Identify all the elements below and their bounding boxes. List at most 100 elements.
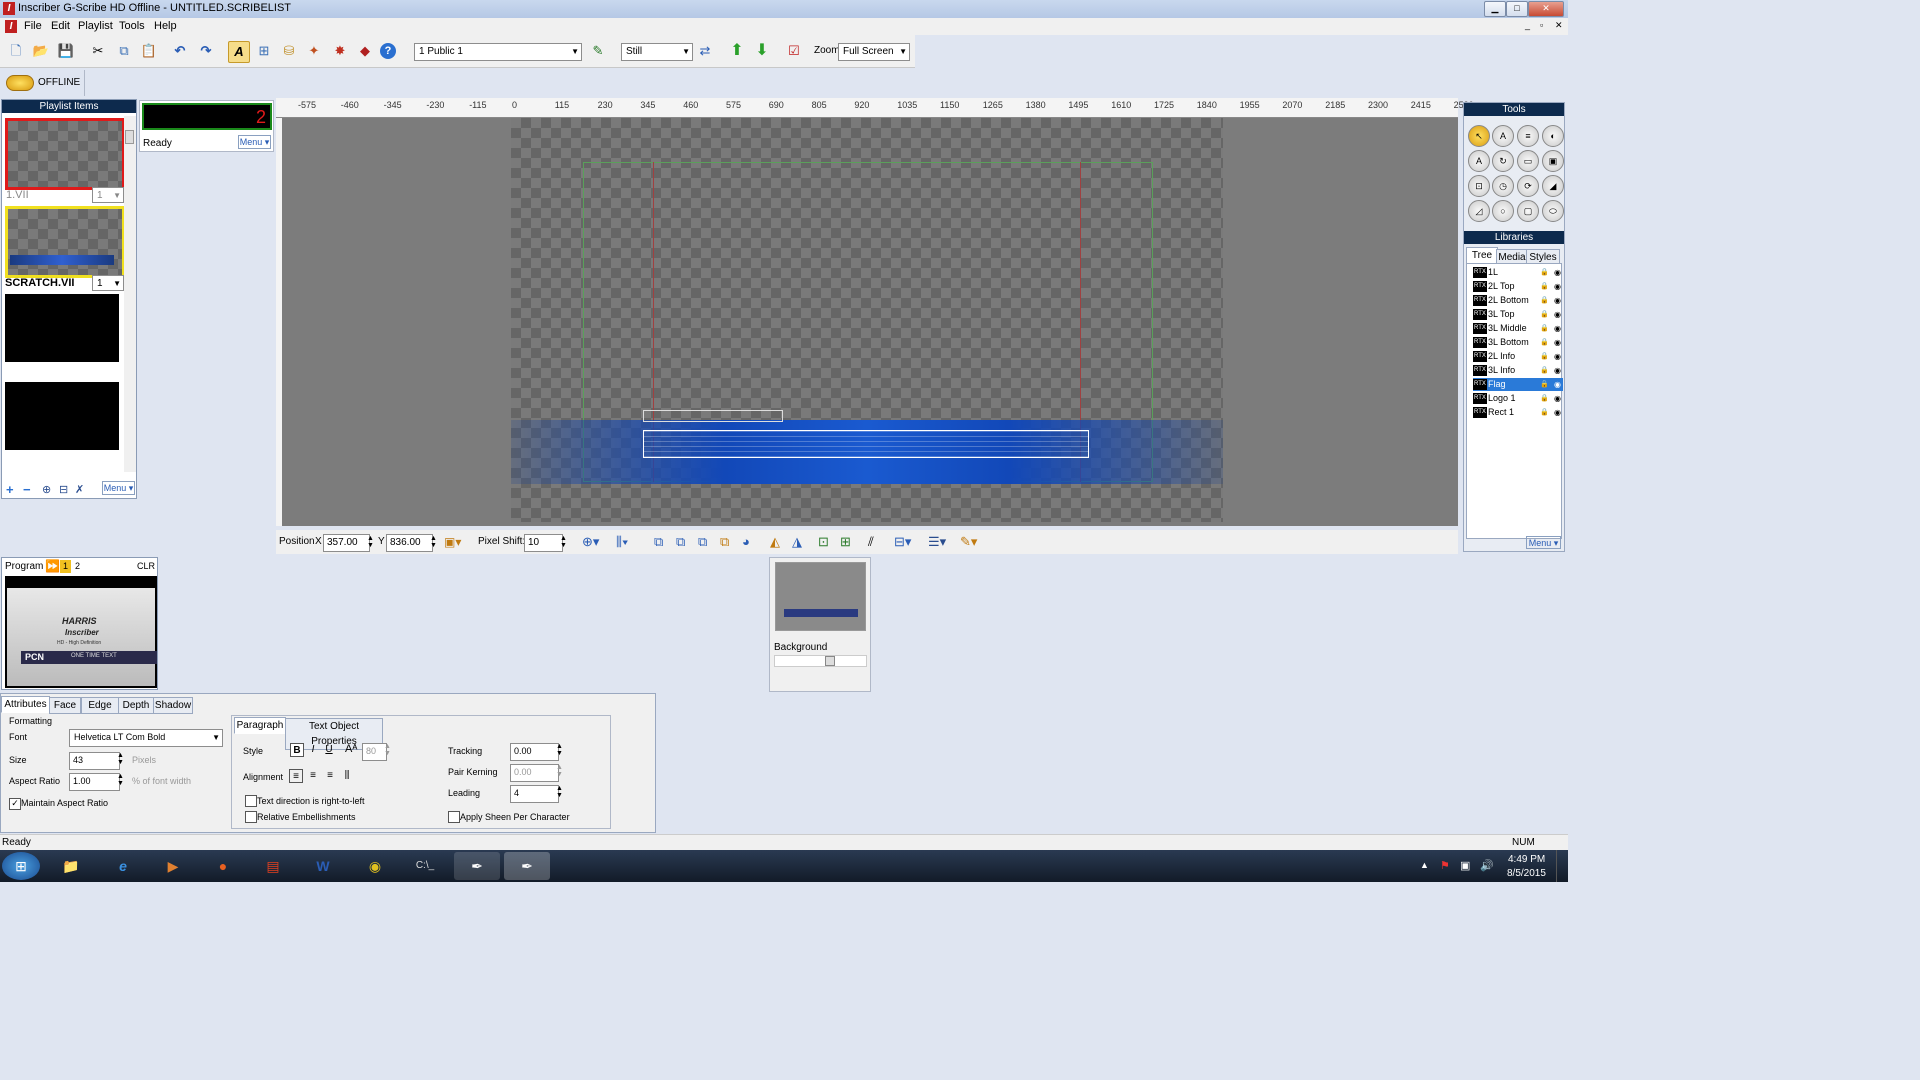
arrow-up-icon[interactable]: ⬆ [727,41,747,61]
crawl-tool-icon[interactable]: ◐ [1542,125,1564,147]
background-slider[interactable] [774,655,867,667]
tab-attributes[interactable]: Attributes [1,696,50,713]
tab-tree[interactable]: Tree [1466,247,1498,264]
close-button[interactable]: ✕ [1528,1,1564,17]
lock-icon[interactable]: 🔒 [1540,364,1549,377]
image-tool-icon[interactable]: ▣ [1542,150,1564,172]
playlist-thumbnail-2[interactable] [5,206,125,278]
selected-object[interactable] [643,430,1089,458]
aspect-ratio-input[interactable]: 1.00 [69,773,120,791]
remove-icon[interactable]: − [23,482,31,497]
library-item[interactable]: RTX Flag 🔒 ◉ [1473,378,1563,391]
action-center-icon[interactable]: ⚑ [1440,859,1450,872]
inscriber-icon[interactable]: ✒ [454,852,500,880]
tab-face[interactable]: Face [49,697,81,714]
lock-icon[interactable]: 🔒 [1540,378,1549,391]
clock-time[interactable]: 4:49 PM [1508,854,1545,865]
network-icon[interactable]: ⊞ [254,41,274,61]
fit-icon[interactable]: ⊡ [818,534,829,550]
menu-playlist[interactable]: Playlist [78,20,113,32]
tab-paragraph[interactable]: Paragraph [234,717,286,734]
tab-depth[interactable]: Depth [118,697,154,714]
align-center-icon[interactable]: ≡ [306,769,320,783]
checklist-icon[interactable]: ☑ [784,41,804,61]
lines-icon[interactable]: ☰▾ [928,534,946,550]
clock-date[interactable]: 8/5/2015 [1507,868,1546,879]
inscriber-active-icon[interactable]: ✒ [504,852,550,880]
playlist-menu-button[interactable]: Menu ▾ [102,481,135,495]
y-spinner-icon[interactable]: ▲ ▼ [430,535,437,549]
crop-tool-icon[interactable]: ⊡ [1468,175,1490,197]
backward-icon[interactable]: ⧉ [720,534,729,550]
rounded-rect-tool-icon[interactable]: ▢ [1517,200,1539,222]
arrow-down-icon[interactable]: ⬇ [752,41,772,61]
word-icon[interactable]: W [300,852,346,880]
lock-icon[interactable]: 🔒 [1540,294,1549,307]
text-box-tool-icon[interactable]: A [1468,150,1490,172]
channel-1-button[interactable]: 1 [60,560,71,573]
lock-icon[interactable]: 🔒 [1540,406,1549,419]
bring-front-icon[interactable]: ⧉ [654,534,663,550]
italic-button[interactable]: I [307,743,319,757]
office-icon[interactable]: ▤ [250,852,296,880]
tracking-spinner-icon[interactable]: ▲ ▼ [556,743,563,757]
visibility-eye-icon[interactable]: ◉ [1554,406,1561,419]
library-item[interactable]: RTX 2L Info 🔒 ◉ [1473,350,1563,363]
maintain-aspect-checkbox[interactable]: ✓ [9,798,21,810]
save-icon[interactable]: 💾 [56,41,76,61]
tools-menu-button[interactable]: Menu ▾ [1526,536,1561,549]
channel-2-button[interactable]: 2 [72,560,83,573]
playlist-scrollbar[interactable] [124,116,136,472]
start-button-icon[interactable]: ⊞ [2,852,40,880]
visibility-eye-icon[interactable]: ◉ [1554,280,1561,293]
forward-icon[interactable]: ⧉ [698,534,707,550]
visibility-eye-icon[interactable]: ◉ [1554,266,1561,279]
inner-close-button[interactable]: ✕ [1555,20,1563,31]
rectangle-tool-icon[interactable]: ▭ [1517,150,1539,172]
scrollbar-thumb[interactable] [125,130,134,144]
redo-icon[interactable]: ↷ [196,41,216,61]
add-icon[interactable]: + [6,482,14,497]
background-thumbnail[interactable] [775,562,866,631]
playlist-thumbnail-4[interactable] [5,382,119,450]
clear-button[interactable]: CLR [137,561,155,571]
tab-stop-icon[interactable]: ⫽ [868,534,874,550]
inner-restore-button[interactable]: ▫ [1540,20,1543,30]
visibility-eye-icon[interactable]: ◉ [1554,378,1561,391]
offline-indicator-icon[interactable] [6,75,34,91]
minimize-button[interactable]: ▁ [1484,1,1506,17]
library-item[interactable]: RTX Rect 1 🔒 ◉ [1473,406,1563,419]
library-item[interactable]: RTX 2L Top 🔒 ◉ [1473,280,1563,293]
playlist-item-count[interactable]: 1 ▼ [92,187,124,203]
firefox-icon[interactable]: ● [200,852,246,880]
send-back-icon[interactable]: ⧉ [676,534,685,550]
leading-input[interactable]: 4 [510,785,559,803]
lock-icon[interactable]: 🔒 [1540,392,1549,405]
leading-spinner-icon[interactable]: ▲ ▼ [556,785,563,799]
menu-tools[interactable]: Tools [119,20,145,32]
slider-thumb[interactable] [825,656,835,666]
lock-icon[interactable]: 🔒 [1540,350,1549,363]
explorer-icon[interactable]: 📁 [48,852,94,880]
select-tool-icon[interactable]: ↖ [1468,125,1490,147]
library-item[interactable]: RTX 3L Middle 🔒 ◉ [1473,322,1563,335]
library-item[interactable]: RTX 2L Bottom 🔒 ◉ [1473,294,1563,307]
maximize-button[interactable]: □ [1506,1,1528,17]
x-spinner-icon[interactable]: ▲ ▼ [367,535,374,549]
line-tool-icon[interactable]: ≡ [1517,125,1539,147]
align-icon[interactable]: ⊕▾ [582,534,599,550]
canvas-frame[interactable] [511,118,1223,522]
library-item[interactable]: RTX 3L Top 🔒 ◉ [1473,308,1563,321]
lock-icon[interactable]: 🔒 [1540,322,1549,335]
tracking-input[interactable]: 0.00 [510,743,559,761]
channel-select[interactable]: 1 Public 1 ▼ [414,43,582,61]
style-spinner-icon[interactable]: ▲ ▼ [384,743,391,757]
internet-explorer-icon[interactable]: e [100,852,146,880]
show-desktop-button[interactable] [1556,850,1568,882]
library-item[interactable]: RTX 1L 🔒 ◉ [1473,266,1563,279]
visibility-eye-icon[interactable]: ◉ [1554,308,1561,321]
font-select[interactable]: Helvetica LT Com Bold ▼ [69,729,223,747]
lock-icon[interactable]: 🔒 [1540,308,1549,321]
pair-kerning-spinner-icon[interactable]: ▲ ▼ [556,764,563,778]
visibility-eye-icon[interactable]: ◉ [1554,350,1561,363]
